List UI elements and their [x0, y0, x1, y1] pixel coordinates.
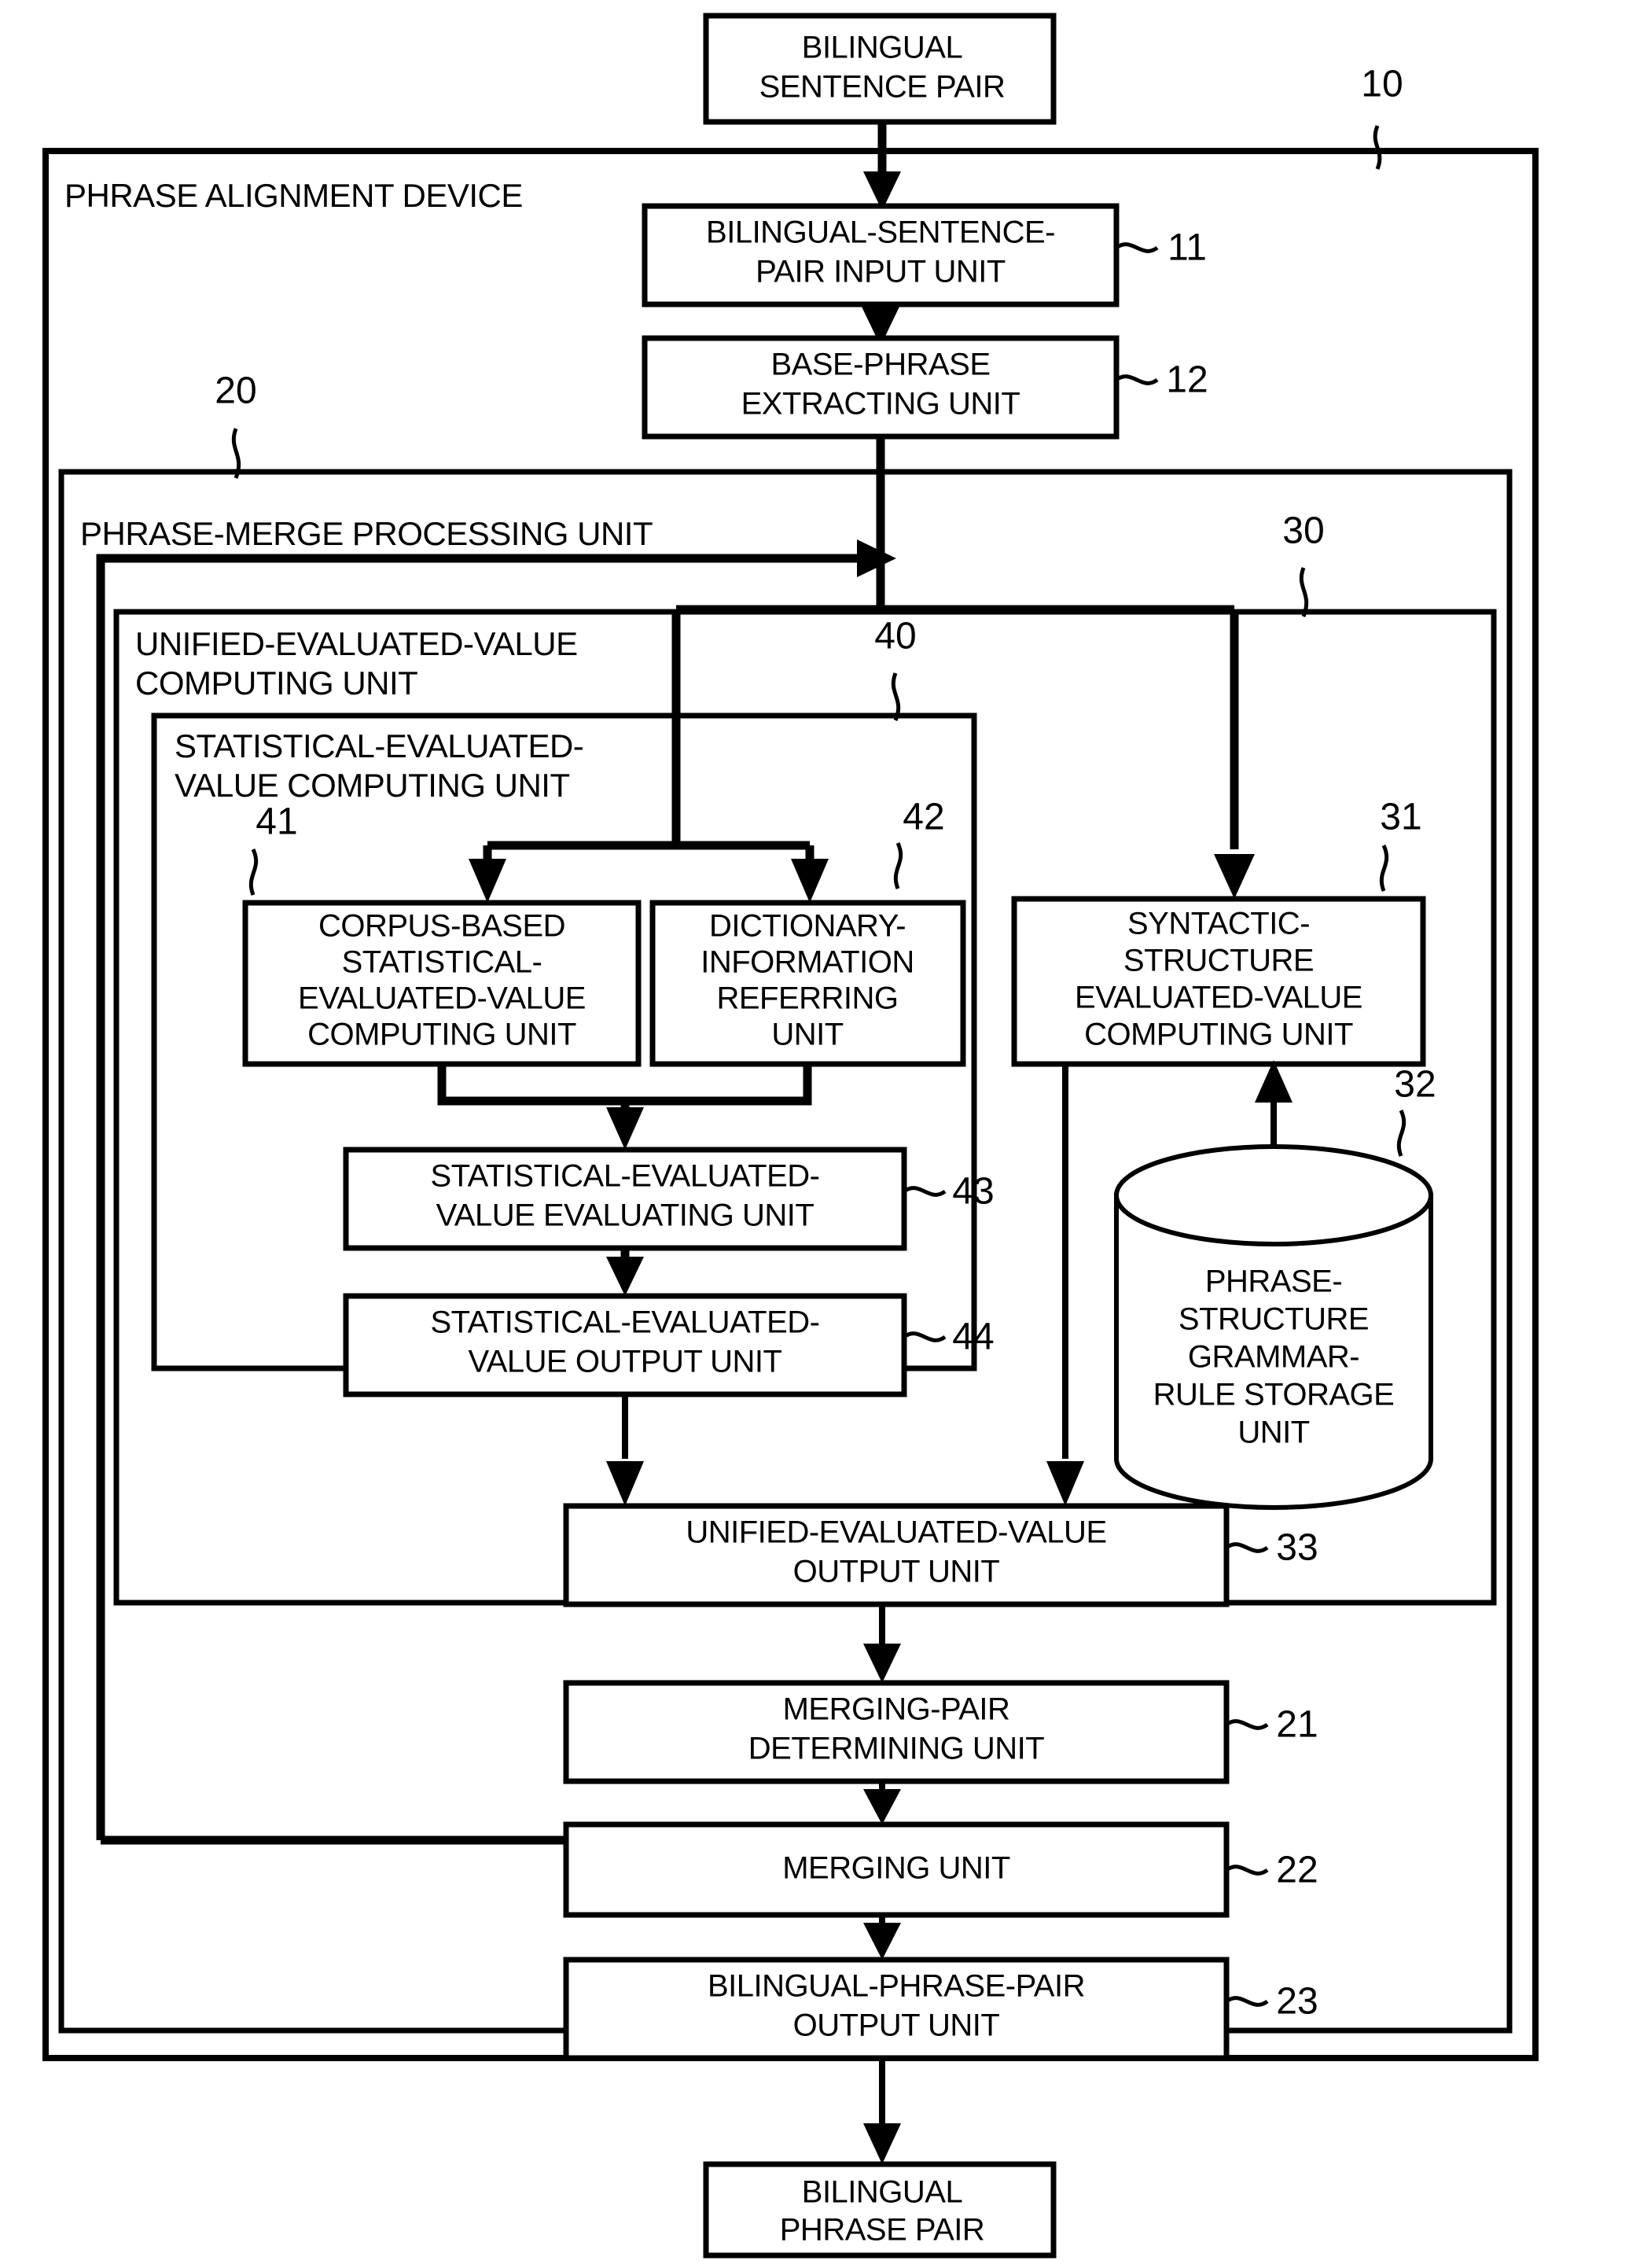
lead-line-43 [903, 1186, 947, 1197]
block-42-line2: INFORMATION [701, 945, 914, 980]
ref-23: 23 [1276, 1981, 1318, 2023]
block-31-line1: SYNTACTIC- [1127, 907, 1310, 941]
block-42-line4: UNIT [771, 1018, 843, 1052]
block-42-line1: DICTIONARY- [709, 909, 906, 944]
ref-41: 41 [256, 801, 297, 843]
arrowhead-22-to-23 [863, 1923, 901, 1960]
arrowhead-44-to-33 [606, 1461, 644, 1506]
block-32-line1: PHRASE- [1205, 1265, 1342, 1299]
ref-30: 30 [1282, 510, 1324, 552]
block-23-line2: OUTPUT UNIT [793, 2008, 1000, 2043]
lead-line-44 [903, 1331, 947, 1342]
arrowhead-23-to-output [863, 2123, 901, 2164]
block-41-line3: EVALUATED-VALUE [298, 981, 586, 1016]
merge-41-42-bus [437, 1064, 812, 1106]
ref-40: 40 [874, 616, 916, 657]
ref-20: 20 [215, 370, 256, 412]
block-41-line2: STATISTICAL- [342, 945, 542, 980]
block-43-line2: VALUE EVALUATING UNIT [436, 1198, 814, 1233]
ref-22: 22 [1276, 1850, 1318, 1891]
block-12-line1: BASE-PHRASE [770, 348, 990, 382]
block-22-line1: MERGING UNIT [782, 1851, 1010, 1886]
arrowhead-43-to-44 [606, 1257, 644, 1296]
ref-42: 42 [903, 797, 944, 838]
ref-31: 31 [1380, 797, 1421, 838]
lead-line-32 [1396, 1109, 1407, 1157]
lead-line-22 [1225, 1865, 1269, 1876]
input-terminal-line1: BILINGUAL [802, 31, 962, 65]
device-title: PHRASE ALIGNMENT DEVICE [64, 177, 523, 214]
arrowhead-merge-to-43 [606, 1107, 644, 1150]
unified-panel-title-line1: UNIFIED-EVALUATED-VALUE [135, 625, 578, 662]
block-32-line5: UNIT [1237, 1416, 1309, 1450]
statistical-panel-title-line1: STATISTICAL-EVALUATED- [175, 727, 583, 764]
ref-11: 11 [1168, 227, 1207, 269]
ref-43: 43 [952, 1171, 994, 1213]
arrowhead-33-to-21 [863, 1644, 901, 1683]
input-terminal-line2: SENTENCE PAIR [759, 70, 1006, 105]
ref-32: 32 [1394, 1064, 1436, 1106]
block-42-line3: REFERRING [716, 981, 898, 1016]
block-11-line2: PAIR INPUT UNIT [756, 255, 1006, 289]
block-21-line1: MERGING-PAIR [783, 1692, 1010, 1727]
lead-line-41 [248, 848, 259, 896]
block-41-line1: CORPUS-BASED [318, 909, 565, 944]
merge-panel-title: PHRASE-MERGE PROCESSING UNIT [80, 515, 653, 552]
block-33-line2: OUTPUT UNIT [793, 1555, 1000, 1589]
block-44-line2: VALUE OUTPUT UNIT [469, 1345, 782, 1379]
lead-line-42 [893, 841, 903, 889]
block-41-line4: COMPUTING UNIT [307, 1018, 576, 1052]
output-terminal-line1: BILINGUAL [802, 2175, 962, 2210]
lead-line-12 [1115, 374, 1159, 385]
block-33-line1: UNIFIED-EVALUATED-VALUE [686, 1515, 1106, 1550]
block-31-line2: STRUCTURE [1123, 944, 1314, 978]
block-23-line1: BILINGUAL-PHRASE-PAIR [708, 1969, 1085, 2004]
arrowhead-31-to-33 [1046, 1461, 1084, 1506]
block-31-line3: EVALUATED-VALUE [1075, 981, 1362, 1015]
ref-33: 33 [1276, 1527, 1318, 1569]
arrowhead-bus-to-31 [1214, 854, 1255, 899]
ref-10: 10 [1361, 64, 1403, 105]
lead-line-33 [1225, 1542, 1269, 1553]
lead-line-31 [1379, 844, 1389, 892]
block-11-line1: BILINGUAL-SENTENCE- [706, 215, 1055, 250]
ref-44: 44 [952, 1316, 994, 1358]
ref-21: 21 [1276, 1704, 1318, 1746]
output-terminal-line2: PHRASE PAIR [780, 2213, 985, 2248]
unified-panel-title-line2: COMPUTING UNIT [135, 665, 417, 701]
block-31-line4: COMPUTING UNIT [1084, 1018, 1353, 1052]
lead-line-11 [1115, 242, 1159, 253]
lead-line-21 [1225, 1719, 1269, 1730]
lead-line-10 [1373, 125, 1382, 170]
block-32-line2: STRUCTURE [1179, 1302, 1369, 1337]
block-21-line2: DETERMINING UNIT [748, 1732, 1045, 1766]
block-32-line4: RULE STORAGE [1153, 1378, 1395, 1412]
block-44-line1: STATISTICAL-EVALUATED- [431, 1305, 820, 1340]
arrowhead-21-to-22 [863, 1789, 901, 1824]
ref-12: 12 [1166, 359, 1208, 401]
patent-block-diagram: PHRASE ALIGNMENT DEVICE 10 BILINGUAL SEN… [0, 0, 1629, 2268]
lead-line-23 [1225, 1996, 1269, 2007]
cylinder-top [1114, 1144, 1433, 1246]
statistical-panel-title-line2: VALUE COMPUTING UNIT [175, 767, 570, 804]
arrowhead-bus-to-41 [469, 859, 506, 903]
block-32-line3: GRAMMAR- [1188, 1340, 1359, 1375]
arrowhead-bus-to-42 [791, 859, 829, 903]
block-12-line2: EXTRACTING UNIT [741, 387, 1020, 422]
block-43-line1: STATISTICAL-EVALUATED- [431, 1159, 820, 1194]
